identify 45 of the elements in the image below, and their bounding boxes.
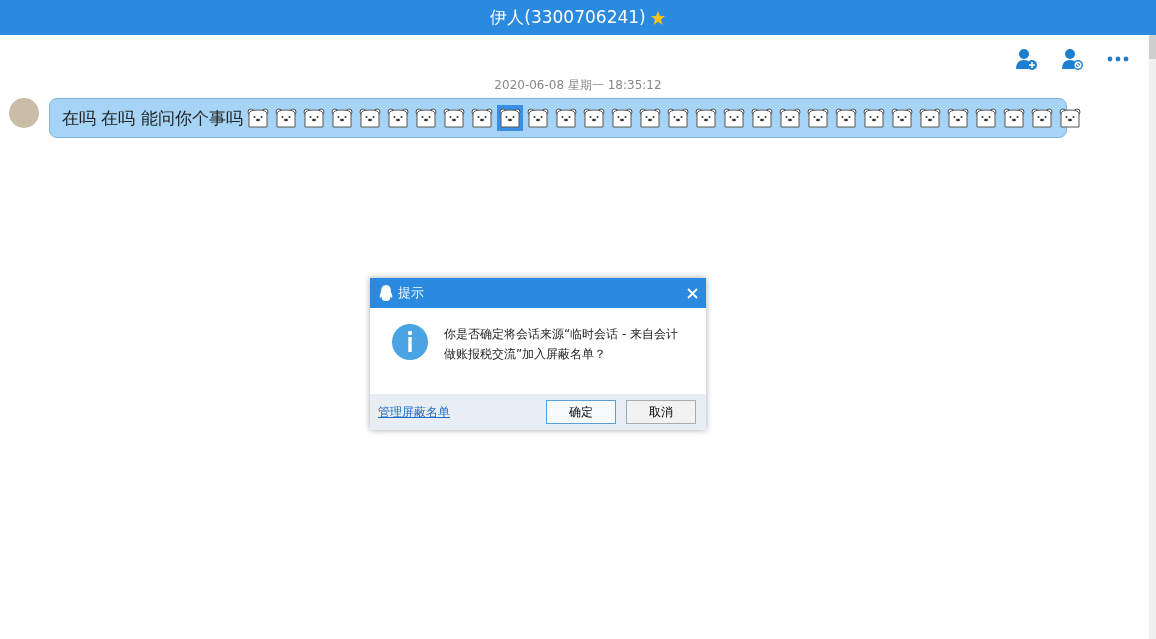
window-title: 伊人(3300706241) bbox=[490, 6, 646, 29]
bear-emoji-icon[interactable] bbox=[916, 105, 943, 131]
bear-emoji-icon[interactable] bbox=[860, 105, 887, 131]
bear-emoji-icon[interactable] bbox=[580, 105, 607, 131]
bear-emoji-icon[interactable] bbox=[720, 105, 747, 131]
bear-emoji-icon[interactable] bbox=[356, 105, 383, 131]
bear-emoji-icon[interactable] bbox=[804, 105, 831, 131]
info-icon bbox=[392, 324, 428, 360]
bear-emoji-icon[interactable] bbox=[272, 105, 299, 131]
message-text: 在吗 在吗 能问你个事吗 bbox=[62, 106, 243, 130]
cancel-button[interactable]: 取消 bbox=[626, 400, 696, 424]
bear-emoji-icon[interactable] bbox=[524, 105, 551, 131]
bear-emoji-icon[interactable] bbox=[496, 105, 523, 131]
star-icon bbox=[649, 9, 666, 26]
bear-emoji-icon[interactable] bbox=[748, 105, 775, 131]
penguin-icon bbox=[378, 284, 394, 302]
manage-blocklist-link[interactable]: 管理屏蔽名单 bbox=[378, 403, 536, 421]
add-contact-icon[interactable] bbox=[1014, 47, 1038, 71]
bear-emoji-icon[interactable] bbox=[888, 105, 915, 131]
bear-emoji-icon[interactable] bbox=[440, 105, 467, 131]
dialog-message: 你是否确定将会话来源“临时会话 - 来自会计做账报税交流”加入屏蔽名单？ bbox=[444, 326, 680, 363]
close-button[interactable] bbox=[687, 287, 698, 299]
bear-emoji-icon[interactable] bbox=[1056, 105, 1083, 131]
bear-emoji-icon[interactable] bbox=[692, 105, 719, 131]
bear-emoji-icon[interactable] bbox=[636, 105, 663, 131]
bear-emoji-icon[interactable] bbox=[328, 105, 355, 131]
bear-emoji-icon[interactable] bbox=[552, 105, 579, 131]
dialog-title: 提示 bbox=[398, 284, 425, 302]
bear-emoji-icon[interactable] bbox=[412, 105, 439, 131]
message-timestamp: 2020-06-08 星期一 18:35:12 bbox=[493, 77, 663, 94]
bear-emoji-icon[interactable] bbox=[972, 105, 999, 131]
bear-emoji-icon[interactable] bbox=[468, 105, 495, 131]
block-contact-icon[interactable] bbox=[1060, 47, 1084, 71]
bear-emoji-icon[interactable] bbox=[1028, 105, 1055, 131]
bear-emoji-icon[interactable] bbox=[300, 105, 327, 131]
bear-emoji-icon[interactable] bbox=[832, 105, 859, 131]
bear-emoji-icon[interactable] bbox=[664, 105, 691, 131]
bear-emoji-icon[interactable] bbox=[944, 105, 971, 131]
bear-emoji-icon[interactable] bbox=[776, 105, 803, 131]
bear-emoji-icon[interactable] bbox=[384, 105, 411, 131]
bear-emoji-icon[interactable] bbox=[1000, 105, 1027, 131]
confirm-button[interactable]: 确定 bbox=[546, 400, 616, 424]
bear-emoji-icon[interactable] bbox=[608, 105, 635, 131]
bear-emoji-icon[interactable] bbox=[244, 105, 271, 131]
scrollbar-thumb[interactable] bbox=[1149, 35, 1156, 59]
